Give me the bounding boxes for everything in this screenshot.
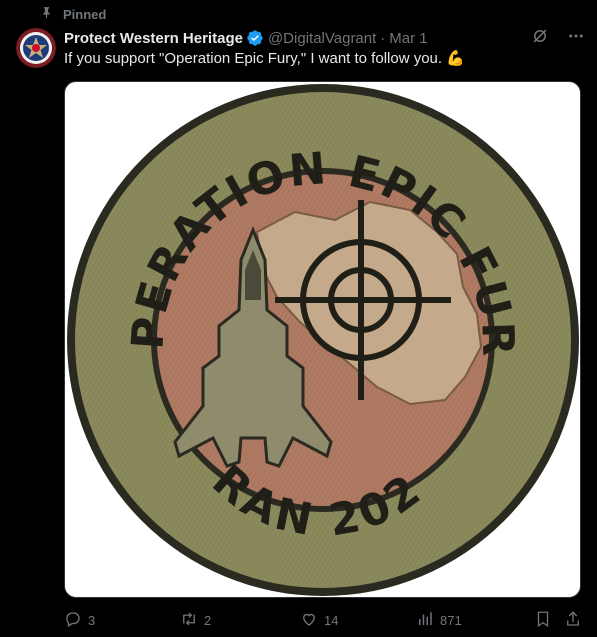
tweet-media-image[interactable]: OPERATION EPIC FURY IRAN 2026 — [64, 81, 581, 598]
separator-dot: · — [380, 29, 386, 47]
pinned-label: Pinned — [63, 6, 107, 22]
reply-icon — [64, 610, 82, 631]
tweet-date[interactable]: Mar 1 — [389, 30, 427, 47]
reply-count: 3 — [88, 613, 96, 628]
views-count: 871 — [440, 613, 462, 628]
views-button[interactable]: 871 — [416, 610, 462, 631]
pin-icon — [40, 6, 53, 22]
author-display-name[interactable]: Protect Western Heritage — [64, 30, 243, 47]
avatar[interactable] — [16, 28, 56, 68]
like-icon — [300, 610, 318, 631]
verified-badge-icon[interactable] — [246, 29, 264, 47]
like-count: 14 — [324, 613, 339, 628]
repost-count: 2 — [204, 613, 212, 628]
pinned-indicator: Pinned — [40, 6, 106, 22]
share-icon — [564, 610, 582, 631]
bookmark-button[interactable] — [534, 610, 552, 631]
reply-button[interactable]: 3 — [64, 610, 95, 631]
share-button[interactable] — [564, 610, 582, 631]
repost-icon — [180, 610, 198, 631]
tweet-text: If you support "Operation Epic Fury," I … — [64, 50, 465, 67]
tweet-action-bar: 3 2 14 871 — [64, 608, 581, 632]
like-button[interactable]: 14 — [300, 610, 338, 631]
bookmark-icon — [534, 610, 552, 631]
views-icon — [416, 610, 434, 631]
more-icon[interactable] — [567, 27, 585, 49]
repost-button[interactable]: 2 — [180, 610, 211, 631]
tweet-header: Protect Western Heritage @DigitalVagrant… — [64, 28, 585, 48]
grok-icon[interactable] — [531, 27, 549, 49]
author-handle[interactable]: @DigitalVagrant — [268, 30, 376, 47]
